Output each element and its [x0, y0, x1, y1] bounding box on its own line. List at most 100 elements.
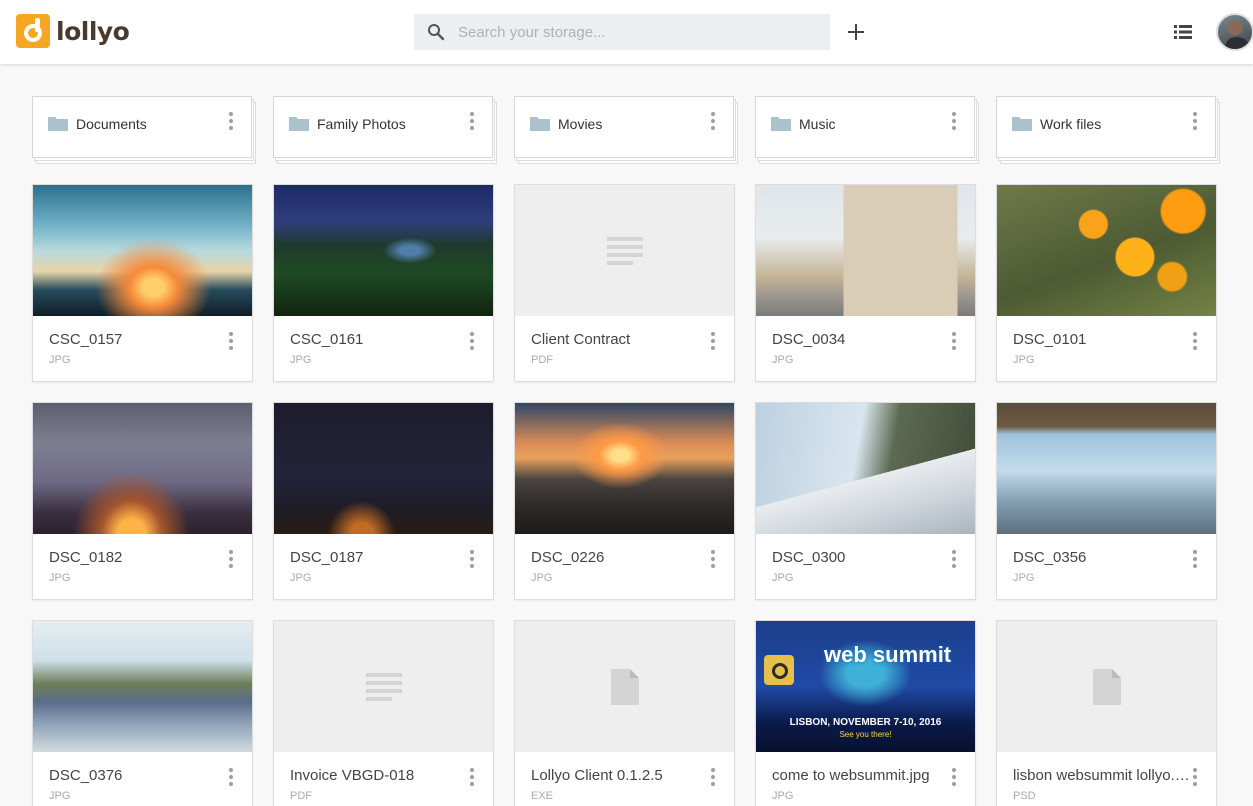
- file-card[interactable]: DSC_0187 JPG: [273, 402, 494, 600]
- search-icon: [414, 14, 458, 50]
- file-type: JPG: [290, 572, 312, 584]
- more-options-icon[interactable]: [705, 109, 721, 133]
- file-name: CSC_0161: [290, 331, 364, 348]
- folder-name: Documents: [76, 116, 147, 132]
- more-options-icon[interactable]: [946, 765, 962, 789]
- more-options-icon[interactable]: [464, 109, 480, 133]
- more-options-icon[interactable]: [223, 109, 239, 133]
- file-thumbnail: [997, 403, 1216, 534]
- file-type: PDF: [531, 354, 553, 366]
- file-type: JPG: [49, 354, 71, 366]
- folder-card-movies[interactable]: Movies: [514, 96, 738, 164]
- more-options-icon[interactable]: [1187, 547, 1203, 571]
- folder-name: Movies: [558, 116, 603, 132]
- more-options-icon[interactable]: [705, 547, 721, 571]
- more-options-icon[interactable]: [705, 329, 721, 353]
- file-thumbnail: [515, 403, 734, 534]
- file-card[interactable]: DSC_0376 JPG: [32, 620, 253, 806]
- file-type: JPG: [49, 790, 71, 802]
- file-name: DSC_0356: [1013, 549, 1087, 566]
- thumbnail-title: web summit: [824, 642, 952, 667]
- file-thumbnail: [756, 185, 975, 316]
- app-logo[interactable]: lollyo: [16, 14, 130, 48]
- folder-name: Family Photos: [317, 116, 406, 132]
- user-avatar[interactable]: [1216, 13, 1253, 51]
- more-options-icon[interactable]: [464, 765, 480, 789]
- more-options-icon[interactable]: [223, 547, 239, 571]
- file-card[interactable]: DSC_0101 JPG: [996, 184, 1217, 382]
- file-card[interactable]: DSC_0300 JPG: [755, 402, 976, 600]
- file-thumbnail: [33, 621, 252, 752]
- file-card[interactable]: lisbon websummit lollyo.psd PSD: [996, 620, 1217, 806]
- folder-icon: [771, 117, 791, 131]
- file-card[interactable]: web summit LISBON, NOVEMBER 7-10, 2016 S…: [755, 620, 976, 806]
- folder-card-music[interactable]: Music: [755, 96, 979, 164]
- file-card[interactable]: Invoice VBGD-018 PDF: [273, 620, 494, 806]
- file-thumbnail: [274, 185, 493, 316]
- file-name: DSC_0226: [531, 549, 605, 566]
- folder-card-family-photos[interactable]: Family Photos: [273, 96, 497, 164]
- file-type: JPG: [772, 790, 794, 802]
- logo-text: lollyo: [56, 16, 130, 46]
- file-type: EXE: [531, 790, 554, 802]
- folder-name: Work files: [1040, 116, 1102, 132]
- more-options-icon[interactable]: [946, 547, 962, 571]
- list-view-button[interactable]: [1170, 20, 1196, 44]
- file-thumbnail: [33, 185, 252, 316]
- file-name: Client Contract: [531, 331, 631, 348]
- more-options-icon[interactable]: [1187, 329, 1203, 353]
- file-name: lisbon websummit lollyo.psd: [1013, 767, 1191, 784]
- file-placeholder-icon: [997, 621, 1216, 752]
- folder-icon: [289, 117, 309, 131]
- file-type: JPG: [49, 572, 71, 584]
- file-card[interactable]: DSC_0034 JPG: [755, 184, 976, 382]
- file-card[interactable]: DSC_0356 JPG: [996, 402, 1217, 600]
- more-options-icon[interactable]: [946, 109, 962, 133]
- file-card[interactable]: CSC_0157 JPG: [32, 184, 253, 382]
- search-bar[interactable]: [414, 14, 830, 50]
- file-name: DSC_0376: [49, 767, 123, 784]
- folder-icon: [530, 117, 550, 131]
- more-options-icon[interactable]: [464, 329, 480, 353]
- file-type: JPG: [290, 354, 312, 366]
- file-thumbnail: [274, 403, 493, 534]
- more-options-icon[interactable]: [223, 765, 239, 789]
- file-name: Invoice VBGD-018: [290, 767, 415, 784]
- file-card[interactable]: Client Contract PDF: [514, 184, 735, 382]
- list-view-icon: [1174, 25, 1192, 39]
- file-card[interactable]: Lollyo Client 0.1.2.5 EXE: [514, 620, 735, 806]
- file-type: PSD: [1013, 790, 1036, 802]
- more-options-icon[interactable]: [1187, 109, 1203, 133]
- more-options-icon[interactable]: [946, 329, 962, 353]
- file-type: JPG: [1013, 572, 1035, 584]
- thumbnail-caption: LISBON, NOVEMBER 7-10, 2016: [789, 717, 942, 728]
- document-placeholder-icon: [274, 621, 493, 752]
- file-card[interactable]: DSC_0226 JPG: [514, 402, 735, 600]
- search-input[interactable]: [458, 23, 808, 41]
- folder-card-documents[interactable]: Documents: [32, 96, 256, 164]
- websummit-logo-icon: [764, 655, 794, 685]
- add-button[interactable]: [842, 18, 870, 46]
- file-thumbnail: [33, 403, 252, 534]
- file-name: DSC_0300: [772, 549, 846, 566]
- file-type: JPG: [772, 572, 794, 584]
- more-options-icon[interactable]: [464, 547, 480, 571]
- thumbnail-tagline: See you there!: [839, 730, 892, 739]
- folder-icon: [48, 117, 68, 131]
- file-name: CSC_0157: [49, 331, 123, 348]
- file-thumbnail: [756, 403, 975, 534]
- more-options-icon[interactable]: [223, 329, 239, 353]
- file-placeholder-icon: [515, 621, 734, 752]
- file-type: JPG: [531, 572, 553, 584]
- folder-card-work-files[interactable]: Work files: [996, 96, 1220, 164]
- file-name: DSC_0187: [290, 549, 364, 566]
- more-options-icon[interactable]: [1187, 765, 1203, 789]
- file-name: Lollyo Client 0.1.2.5: [531, 767, 663, 784]
- file-type: JPG: [772, 354, 794, 366]
- file-thumbnail: [997, 185, 1216, 316]
- file-card[interactable]: DSC_0182 JPG: [32, 402, 253, 600]
- file-name: DSC_0101: [1013, 331, 1087, 348]
- file-card[interactable]: CSC_0161 JPG: [273, 184, 494, 382]
- more-options-icon[interactable]: [705, 765, 721, 789]
- logo-icon: [16, 14, 50, 48]
